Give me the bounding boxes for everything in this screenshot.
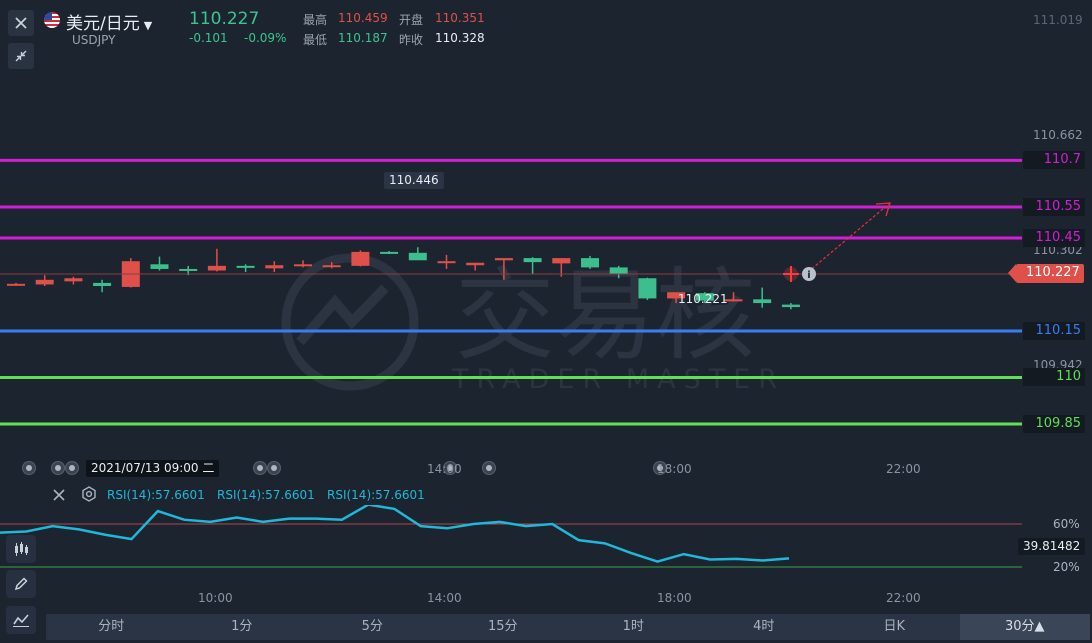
- rsi-legend-item: RSI(14):57.6601: [217, 488, 315, 502]
- candle[interactable]: [93, 279, 112, 293]
- candle[interactable]: [753, 287, 772, 308]
- drag-handle-icon[interactable]: [51, 461, 65, 475]
- low-annotation: 110.221: [678, 292, 728, 306]
- time-axis-label: 14:00: [427, 462, 462, 476]
- rsi-close-icon[interactable]: [52, 487, 66, 506]
- candle[interactable]: [437, 255, 456, 269]
- high-annotation: 110.446: [384, 172, 444, 189]
- price-level-tag: 109.85: [1023, 414, 1085, 433]
- info-icon[interactable]: i: [802, 267, 816, 281]
- draw-tool-button[interactable]: [6, 570, 36, 598]
- chart-type-button[interactable]: [6, 606, 36, 634]
- timeframe-tab[interactable]: 5分: [307, 614, 438, 640]
- price-level-tag: 110.7: [1023, 151, 1085, 170]
- time-axis-label: 18:00: [657, 462, 692, 476]
- timeframe-tab[interactable]: 日K: [829, 614, 960, 640]
- rsi-settings-icon[interactable]: [81, 486, 97, 506]
- price-level-tag: 110.15: [1023, 321, 1085, 340]
- bottom-time-label: 18:00: [657, 591, 692, 605]
- price-axis-label: 110.662: [1033, 128, 1083, 142]
- rsi-level-high: 60%: [1053, 517, 1080, 531]
- drag-handle-icon[interactable]: [267, 461, 281, 475]
- watermark-en: TRADER MASTER: [451, 364, 785, 395]
- timeframe-tab[interactable]: 1分: [177, 614, 308, 640]
- price-level-tag: 110.55: [1023, 197, 1085, 216]
- candle[interactable]: [236, 264, 255, 273]
- timeframe-tab[interactable]: 1时: [568, 614, 699, 640]
- pencil-icon: [14, 577, 28, 591]
- candle[interactable]: [380, 250, 399, 255]
- price-level-tag-text: 110.55: [1035, 198, 1082, 214]
- crosshair-marker-icon[interactable]: [783, 266, 799, 282]
- candle[interactable]: [7, 282, 25, 286]
- rsi-series-line: [0, 505, 790, 563]
- rsi-legend-item: RSI(14):57.6601: [327, 488, 425, 502]
- rsi-level-low: 20%: [1053, 560, 1080, 574]
- timeframe-tab[interactable]: 分时: [46, 614, 177, 640]
- crosshair-date-label: 2021/07/13 09:00 二: [86, 460, 220, 477]
- price-level-tag-text: 110.7: [1043, 152, 1081, 168]
- candle[interactable]: [121, 258, 140, 288]
- candle[interactable]: [638, 277, 657, 300]
- time-axis-label: 22:00: [886, 462, 921, 476]
- current-price-tag: 110.227: [1008, 264, 1084, 283]
- timeframe-tab[interactable]: 15分: [438, 614, 569, 640]
- price-level-tag-text: 110: [1056, 369, 1081, 385]
- bottom-time-label: 14:00: [427, 591, 462, 605]
- indicator-tool-button[interactable]: [6, 535, 36, 563]
- line-chart-icon: [13, 614, 29, 627]
- drag-handle-icon[interactable]: [65, 461, 79, 475]
- watermark-cn: 交易核: [455, 257, 755, 374]
- candle[interactable]: [265, 261, 284, 273]
- candle[interactable]: [408, 247, 427, 261]
- price-level-tag: 110: [1023, 368, 1085, 387]
- candle[interactable]: [64, 276, 83, 285]
- timeframe-tab[interactable]: 4时: [699, 614, 830, 640]
- candle[interactable]: [35, 275, 54, 287]
- current-price-tag-text: 110.227: [1026, 265, 1080, 280]
- price-level-tag-text: 109.85: [1035, 415, 1082, 431]
- candle[interactable]: [207, 248, 226, 272]
- svg-text:i: i: [807, 270, 810, 281]
- candle[interactable]: [351, 250, 370, 267]
- candle[interactable]: [294, 260, 312, 268]
- timeframe-bar: 分时 1分 5分 15分 1时 4时 日K 30分▲: [46, 614, 1090, 640]
- drag-handle-icon[interactable]: [22, 461, 36, 475]
- rsi-current-value: 39.81482: [1018, 538, 1086, 555]
- drag-handle-icon[interactable]: [253, 461, 267, 475]
- rsi-legend-item: RSI(14):57.6601: [107, 488, 205, 502]
- bottom-time-label: 10:00: [198, 591, 233, 605]
- candles-icon: [15, 542, 28, 556]
- drag-handle-icon[interactable]: [482, 461, 496, 475]
- timeframe-tab[interactable]: 30分▲: [959, 614, 1090, 640]
- price-level-tag-text: 110.15: [1035, 322, 1082, 338]
- price-level-tag-text: 110.45: [1035, 229, 1082, 245]
- price-axis-top: 111.019: [1033, 13, 1083, 27]
- candle[interactable]: [781, 303, 800, 310]
- watermark: 交易核 TRADER MASTER: [281, 253, 785, 395]
- price-level-tag: 110.45: [1023, 228, 1085, 247]
- bottom-time-label: 22:00: [886, 591, 921, 605]
- rsi-chart[interactable]: [0, 505, 1092, 593]
- candlestick-chart[interactable]: 交易核 TRADER MASTER i: [0, 0, 1092, 460]
- candle[interactable]: [150, 256, 169, 271]
